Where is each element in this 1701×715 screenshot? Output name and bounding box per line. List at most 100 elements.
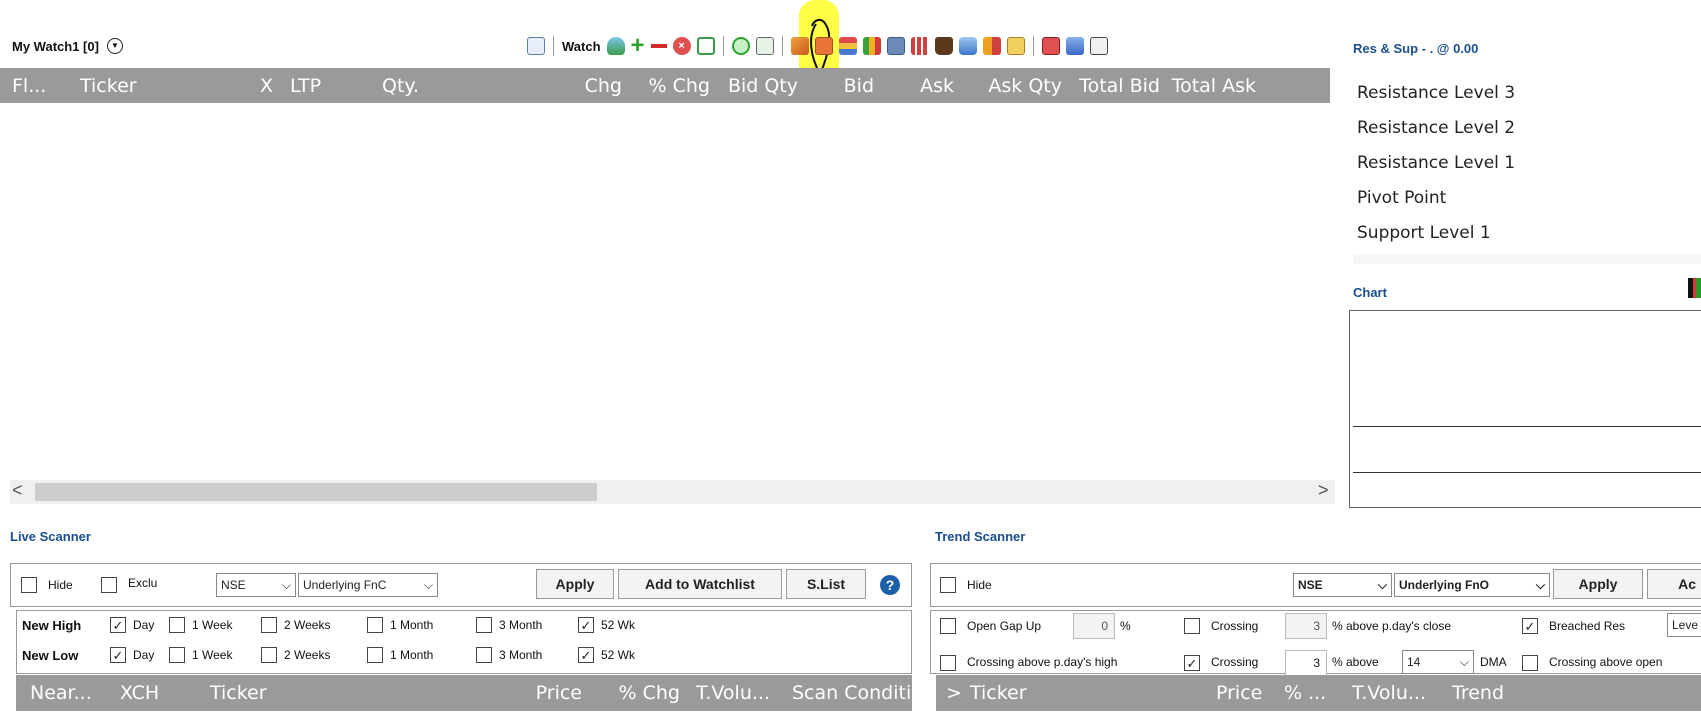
refresh-icon[interactable] [731,37,750,55]
new-high-period-checkbox[interactable] [476,617,492,633]
gap-value-input[interactable]: 0 [1073,613,1115,639]
live-scanner-grid-header: Near... XCH Ticker Price % Chg T.Volu...… [16,675,912,711]
pencil-icon[interactable] [790,37,809,55]
column-header[interactable]: Trend [1452,682,1552,704]
new-high-period-checkbox[interactable]: ✓ [110,617,126,633]
apply-button[interactable]: Apply [536,569,614,599]
segment-select[interactable]: Underlying FnC ⌵ [298,573,438,597]
scroll-left-icon[interactable]: < [12,480,23,501]
column-header[interactable]: Bid [804,75,884,97]
hide-checkbox[interactable] [21,577,37,593]
column-header[interactable]: Ask Qty [964,75,1068,97]
column-header[interactable]: Total Bid [1068,75,1166,97]
new-high-period-checkbox[interactable] [261,617,277,633]
column-header[interactable]: Fl... [0,75,70,97]
notes-icon[interactable] [1006,37,1025,55]
message-icon[interactable] [1041,37,1060,55]
help-icon[interactable]: ? [880,575,900,595]
new-low-period-checkbox[interactable] [476,647,492,663]
column-header[interactable]: % Chg [594,682,686,704]
chart-area[interactable] [1349,310,1701,508]
add-button[interactable]: Ac [1647,569,1701,599]
column-header[interactable]: > [936,682,966,704]
crossing-dma-checkbox[interactable]: ✓ [1184,655,1200,671]
chart-icon[interactable] [982,37,1001,55]
segment-value: Underlying FnC [303,578,387,592]
column-header[interactable]: Ticker [202,682,514,704]
scroll-right-icon[interactable]: > [1318,480,1329,501]
crossing-dma-value-input[interactable]: 3 [1285,650,1327,676]
column-header[interactable]: LTP [290,75,382,97]
slist-button[interactable]: S.List [786,569,866,599]
hide-checkbox[interactable] [940,577,956,593]
new-low-period-checkbox[interactable]: ✓ [578,647,594,663]
printer-icon[interactable] [886,37,905,55]
watchlist-title: My Watch1 [0] [12,38,99,54]
column-header[interactable]: Price [1216,682,1284,704]
new-low-period-checkbox[interactable] [367,647,383,663]
chart-divider [1353,472,1701,473]
crossing-high-checkbox[interactable] [940,655,956,671]
chevron-down-icon: ⌵ [423,577,433,592]
column-header[interactable]: Price [514,682,594,704]
chart-icon[interactable] [1688,278,1701,298]
calendar-icon[interactable] [527,37,545,55]
column-header[interactable]: T.Volu... [1352,682,1452,704]
column-header[interactable]: Chg [530,75,630,97]
dropdown-circle-icon[interactable]: ▼ [106,38,123,54]
arrows-icon[interactable] [1065,37,1084,55]
crossing-checkbox[interactable] [1184,618,1200,634]
column-header[interactable]: Scan Condition [786,682,912,704]
level-select[interactable]: Leve [1667,613,1701,637]
new-low-period-checkbox[interactable] [169,647,185,663]
monitor-icon[interactable] [696,37,715,55]
exclu-checkbox[interactable] [101,577,117,593]
segment-select[interactable]: Underlying FnO ⌵ [1394,573,1550,597]
scrollbar-thumb[interactable] [35,483,597,501]
column-header[interactable]: Ask [884,75,964,97]
export-icon[interactable] [755,37,774,55]
cancel-icon[interactable]: × [672,37,691,55]
segment-value: Underlying FnO [1399,578,1489,592]
trend-scanner-title: Trend Scanner [935,529,1026,544]
new-low-period-checkbox[interactable] [261,647,277,663]
bag-icon[interactable] [934,37,953,55]
table-icon[interactable] [910,37,929,55]
column-header[interactable]: X [260,75,290,97]
column-header[interactable]: T.Volu... [686,682,786,704]
stack-icon[interactable] [838,37,857,55]
minus-icon[interactable] [650,44,667,48]
grid-icon[interactable] [814,37,833,55]
watch-label: Watch [562,38,601,54]
new-high-period-checkbox[interactable]: ✓ [578,617,594,633]
new-high-period-checkbox[interactable] [169,617,185,633]
add-to-watchlist-button[interactable]: Add to Watchlist [618,569,782,599]
exchange-select[interactable]: NSE ⌵ [216,573,296,597]
jar-icon[interactable] [958,37,977,55]
chevron-down-icon: ⌵ [1535,577,1545,592]
column-header[interactable]: XCH [108,682,202,704]
column-header[interactable]: % ... [1284,682,1352,704]
crossing-open-checkbox[interactable] [1522,655,1538,671]
crossing-value-input[interactable]: 3 [1285,613,1327,639]
apply-button[interactable]: Apply [1553,569,1643,599]
breached-res-checkbox[interactable]: ✓ [1522,618,1538,634]
column-header[interactable]: Near... [16,682,108,704]
dma-period-select[interactable]: 14 ⌵ [1402,650,1474,674]
column-header[interactable]: Qty. [382,75,530,97]
column-header[interactable]: Ticker [70,75,260,97]
level-value: Leve [1672,618,1699,632]
new-high-period-checkbox[interactable] [367,617,383,633]
open-gap-up-checkbox[interactable] [940,618,956,634]
plus-icon[interactable]: + [631,34,645,58]
column-header[interactable]: % Chg [630,75,716,97]
column-header[interactable]: Bid Qty [716,75,804,97]
bottle-icon[interactable] [606,37,625,55]
new-low-period-checkbox[interactable]: ✓ [110,647,126,663]
exchange-select[interactable]: NSE ⌵ [1293,573,1392,597]
bar-chart-icon[interactable] [862,37,881,55]
toolbar-divider [1032,36,1034,56]
column-header[interactable]: Total Ask [1166,75,1266,97]
edit-icon[interactable] [1089,37,1108,55]
column-header[interactable]: Ticker [966,682,1216,704]
